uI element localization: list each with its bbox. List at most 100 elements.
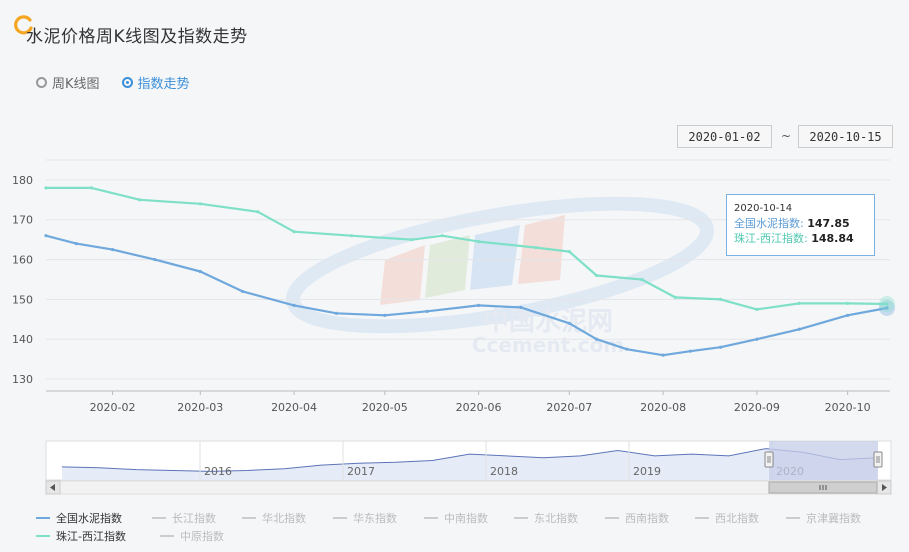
legend-label: 珠江-西江指数 bbox=[56, 530, 126, 543]
navigator-area bbox=[62, 448, 877, 480]
legend-label: 西南指数 bbox=[625, 512, 669, 525]
series-1-point bbox=[661, 353, 665, 357]
legend-item-xibei[interactable]: 西北指数 bbox=[695, 510, 759, 526]
legend-item-jingjinji[interactable]: 京津冀指数 bbox=[786, 510, 861, 526]
tooltip-series-1-name: 全国水泥指数 bbox=[734, 217, 800, 230]
radio-weekly-k[interactable]: 周K线图 bbox=[36, 73, 100, 92]
series-2-point bbox=[797, 301, 801, 305]
legend-swatch bbox=[36, 535, 50, 537]
series-2-point bbox=[138, 198, 142, 202]
hover-marker bbox=[878, 299, 895, 316]
x-tick-label: 2020-03 bbox=[177, 401, 223, 414]
series-1-point bbox=[688, 349, 692, 353]
radio-index-trend[interactable]: 指数走势 bbox=[121, 73, 190, 92]
scroll-left-button[interactable] bbox=[45, 480, 61, 495]
series-1-point bbox=[885, 306, 889, 310]
legend-swatch bbox=[160, 535, 174, 537]
radio-weekly-k-label: 周K线图 bbox=[52, 77, 100, 92]
y-tick-label: 180 bbox=[12, 174, 33, 187]
navigator-year-label: 2020 bbox=[776, 465, 804, 478]
radio-dot-icon bbox=[36, 77, 47, 88]
series-2-point bbox=[476, 240, 481, 244]
series-1-point bbox=[846, 313, 850, 317]
legend-label: 西北指数 bbox=[715, 512, 759, 525]
page-title: 水泥价格周K线图及指数走势 bbox=[26, 27, 248, 47]
series-1-point bbox=[241, 289, 245, 294]
series-2-point bbox=[534, 246, 538, 250]
navigator-background bbox=[45, 440, 892, 481]
legend-swatch bbox=[424, 517, 438, 519]
series-2-point bbox=[885, 302, 889, 306]
legend-item-national[interactable]: 全国水泥指数 bbox=[36, 510, 122, 526]
y-tick-label: 160 bbox=[12, 254, 33, 267]
legend-label: 华北指数 bbox=[262, 512, 306, 525]
x-tick-label: 2020-10 bbox=[825, 401, 871, 414]
legend-item-dongbei[interactable]: 东北指数 bbox=[514, 510, 578, 526]
series-2-point bbox=[89, 186, 93, 190]
y-tick-label: 170 bbox=[12, 214, 33, 227]
x-tick-label: 2020-06 bbox=[456, 401, 502, 414]
legend-swatch bbox=[36, 517, 50, 519]
legend-item-pearl-river[interactable]: 珠江-西江指数 bbox=[36, 528, 126, 544]
legend-item-huadong[interactable]: 华东指数 bbox=[333, 510, 397, 526]
watermark-en: Ccement.com bbox=[472, 333, 624, 357]
legend-swatch bbox=[333, 517, 347, 519]
legend-swatch bbox=[786, 517, 800, 519]
watermark-cn: 中国水泥网 bbox=[483, 307, 613, 337]
series-2-point bbox=[256, 210, 260, 214]
legend-item-zhongnan[interactable]: 中南指数 bbox=[424, 510, 488, 526]
view-toggle: 周K线图 指数走势 bbox=[36, 73, 190, 92]
series-2-point bbox=[640, 277, 644, 282]
legend-label: 华东指数 bbox=[353, 512, 397, 525]
x-tick-label: 2020-05 bbox=[362, 401, 408, 414]
legend-item-huabei[interactable]: 华北指数 bbox=[242, 510, 306, 526]
series-1-point bbox=[718, 345, 723, 349]
navigator-selection bbox=[769, 441, 878, 480]
legend-label: 全国水泥指数 bbox=[56, 512, 122, 525]
x-tick-label: 2020-07 bbox=[546, 401, 592, 414]
arrow-right-icon bbox=[882, 484, 887, 491]
series-1-point bbox=[74, 242, 78, 246]
series-1-point bbox=[519, 305, 523, 309]
scrollbar-thumb[interactable] bbox=[768, 481, 878, 494]
tooltip-series-1-value: 147.85 bbox=[807, 217, 850, 230]
series-2-point bbox=[718, 297, 723, 301]
legend-item-zhongyuan[interactable]: 中原指数 bbox=[160, 528, 224, 544]
legend-swatch bbox=[152, 517, 166, 519]
end-date-input[interactable]: 2020-10-15 bbox=[798, 125, 893, 148]
navigator-handle[interactable] bbox=[873, 451, 883, 468]
legend-item-xinan[interactable]: 西南指数 bbox=[605, 510, 669, 526]
legend-label: 中原指数 bbox=[180, 530, 224, 543]
navigator-year-label: 2019 bbox=[633, 465, 661, 478]
series-2-point bbox=[594, 273, 599, 278]
tooltip-series-2-name: 珠江-西江指数 bbox=[734, 232, 804, 245]
x-tick-label: 2020-09 bbox=[734, 401, 780, 414]
navigator-handle[interactable] bbox=[764, 451, 774, 468]
series-1-point bbox=[110, 248, 115, 252]
tooltip: 2020-10-14 全国水泥指数: 147.85 珠江-西江指数: 148.8… bbox=[726, 194, 875, 256]
series-1-point bbox=[567, 321, 571, 325]
series-2-point bbox=[349, 234, 354, 238]
scrollbar-track bbox=[45, 480, 892, 495]
y-tick-label: 130 bbox=[12, 373, 33, 386]
header: 水泥价格周K线图及指数走势 bbox=[0, 0, 909, 60]
x-tick-label: 2020-04 bbox=[271, 401, 317, 414]
series-2-point bbox=[410, 238, 414, 242]
series-1-point bbox=[153, 257, 157, 262]
tooltip-date: 2020-10-14 bbox=[734, 203, 793, 214]
series-2-point bbox=[44, 186, 48, 190]
start-date-input[interactable]: 2020-01-02 bbox=[677, 125, 772, 148]
hover-marker bbox=[878, 296, 895, 313]
legend-label: 中南指数 bbox=[444, 512, 488, 525]
radio-index-trend-label: 指数走势 bbox=[137, 77, 190, 92]
legend-item-changjiang[interactable]: 长江指数 bbox=[152, 510, 216, 526]
navigator-year-label: 2016 bbox=[204, 465, 232, 478]
series-1-point bbox=[292, 303, 296, 307]
scroll-right-button[interactable] bbox=[876, 480, 892, 495]
legend-label: 长江指数 bbox=[172, 512, 216, 525]
series-1-point bbox=[797, 327, 801, 331]
arrow-left-icon bbox=[50, 484, 55, 491]
legend-swatch bbox=[242, 517, 256, 519]
legend-label: 京津冀指数 bbox=[806, 512, 861, 525]
navigator-year-label: 2017 bbox=[347, 465, 375, 478]
